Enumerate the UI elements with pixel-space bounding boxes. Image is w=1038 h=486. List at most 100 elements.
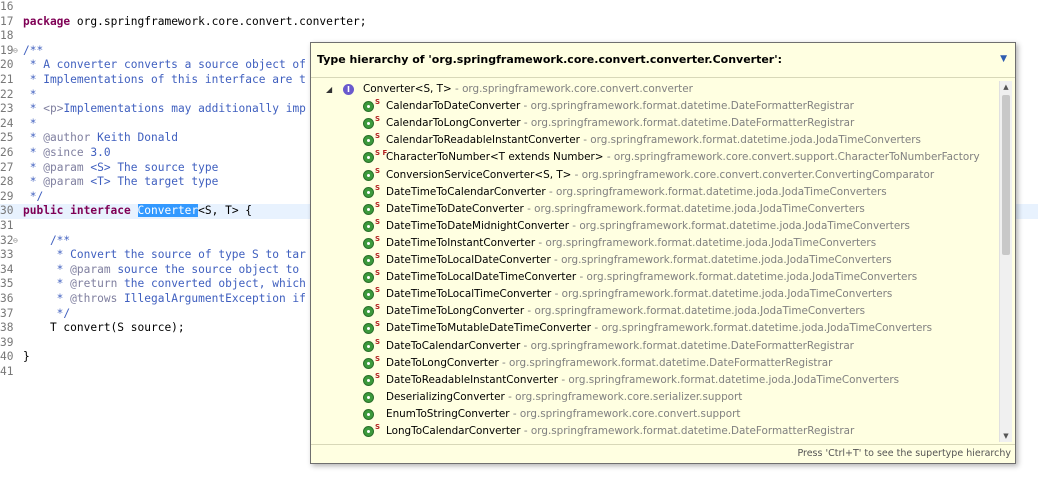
code-text: * A converter converts a source object o… — [23, 58, 306, 73]
type-name: CalendarToReadableInstantConverter — [386, 134, 580, 147]
chevron-down-icon[interactable]: ▼ — [1000, 54, 1007, 64]
static-modifier-badge: S — [375, 252, 381, 260]
tree-item[interactable]: S DateTimeToCalendarConverter - org.sprin… — [311, 184, 999, 201]
type-label: DateTimeToCalendarConverter - org.spring… — [386, 184, 887, 201]
line-number: 37 — [0, 306, 14, 320]
package-name: org.springframework.core.serializer.supp… — [515, 390, 743, 403]
class-icon — [363, 255, 374, 266]
class-icon — [363, 426, 374, 437]
tree-item[interactable]: S ConversionServiceConverter<S, T> - org.… — [311, 167, 999, 184]
type-label: DeserializingConverter - org.springframe… — [386, 389, 742, 406]
selected-identifier: Converter — [137, 204, 199, 218]
package-name: org.springframework.core.convert.support… — [613, 151, 980, 164]
code-token: <p> — [43, 102, 64, 116]
static-modifier-badge: S — [375, 132, 381, 141]
scroll-thumb[interactable] — [1002, 95, 1010, 255]
type-name: DateTimeToMutableDateTimeConverter — [386, 322, 592, 335]
code-token: } — [23, 350, 30, 364]
separator: - — [504, 390, 516, 403]
popup-footer: Press 'Ctrl+T' to see the supertype hier… — [311, 444, 1015, 463]
tree-root-item[interactable]: ◢ I Converter<S, T> - org.springframework.… — [311, 81, 999, 98]
static-modifier-badge: S — [375, 320, 381, 329]
tree-item[interactable]: S DateTimeToLocalDateConverter - org.spri… — [311, 252, 999, 269]
code-line[interactable]: 17 package org.springframework.core.conve… — [0, 15, 1038, 30]
type-label: CharacterToNumber<T extends Number> - or… — [386, 149, 980, 166]
static-modifier-badge: S — [375, 200, 381, 209]
tree-item[interactable]: S DateToReadableInstantConverter - org.sp… — [311, 372, 999, 389]
code-token: <S> The source type — [83, 160, 219, 174]
type-label: Converter<S, T> - org.springframework.co… — [363, 81, 693, 98]
type-hierarchy-popup[interactable]: Type hierarchy of 'org.springframework.c… — [310, 42, 1016, 464]
scroll-down-icon[interactable]: ▼ — [1000, 432, 1012, 440]
package-name: org.springframework.format.datetime.joda… — [586, 271, 918, 284]
type-label: CalendarToLongConverter - org.springfram… — [386, 115, 854, 132]
tree-item[interactable]: S LongToCalendarConverter - org.springfra… — [311, 423, 999, 440]
type-label: DateTimeToMutableDateTimeConverter - org… — [386, 320, 932, 337]
separator: - — [520, 117, 531, 130]
hierarchy-tree[interactable]: ◢ I Converter<S, T> - org.springframework.… — [311, 81, 999, 442]
class-icon — [363, 203, 374, 215]
tree-item[interactable]: EnumToStringConverter - org.springframew… — [311, 406, 999, 423]
separator: - — [498, 356, 510, 369]
vertical-scrollbar[interactable]: ▲ ▼ — [999, 81, 1012, 442]
line-number: 35 — [0, 277, 14, 291]
code-token: * — [23, 102, 44, 116]
tree-item[interactable]: S DateTimeToMutableDateTimeConverter - or… — [311, 320, 999, 337]
footer-hint: Press 'Ctrl+T' to see the supertype hier… — [797, 448, 1011, 459]
tree-item[interactable]: DeserializingConverter - org.springframe… — [311, 389, 999, 406]
fold-toggle-icon[interactable]: ⊖ — [13, 234, 22, 249]
code-token: * — [23, 262, 71, 276]
tree-item[interactable]: S CalendarToDateConverter - org.springfra… — [311, 98, 999, 115]
tree-item[interactable]: S DateTimeToInstantConverter - org.spring… — [311, 235, 999, 252]
type-name: CalendarToDateConverter — [386, 100, 521, 113]
expand-toggle-icon[interactable]: ◢ — [326, 81, 332, 98]
tree-item[interactable]: S DateToCalendarConverter - org.springfra… — [311, 338, 999, 355]
tree-item[interactable]: S DateTimeToDateMidnightConverter - org.s… — [311, 218, 999, 235]
code-token: <S, T> { — [198, 204, 253, 218]
tree-item[interactable]: S DateTimeToLocalTimeConverter - org.spri… — [311, 286, 999, 303]
class-icon — [363, 357, 374, 369]
code-token: /** — [23, 233, 71, 247]
type-name: DateTimeToLocalTimeConverter — [386, 288, 552, 301]
separator: - — [523, 202, 535, 215]
type-name: DateTimeToDateConverter — [386, 202, 524, 215]
code-token: the converted object, which — [117, 277, 306, 291]
code-token: package — [23, 14, 71, 28]
tree-item[interactable]: S CalendarToLongConverter - org.springfra… — [311, 115, 999, 132]
code-text: * — [23, 88, 37, 103]
class-icon — [363, 220, 374, 232]
package-name: org.springframework.format.datetime.joda… — [568, 373, 900, 386]
code-token: * — [23, 116, 37, 130]
line-number: 17 — [0, 14, 14, 28]
code-text: package org.springframework.core.convert… — [23, 15, 367, 30]
class-icon — [363, 408, 374, 420]
tree-item[interactable]: S DateToLongConverter - org.springframewo… — [311, 355, 999, 372]
static-modifier-badge: S — [375, 423, 381, 431]
class-icon — [363, 391, 374, 403]
code-line[interactable]: 16 — [0, 0, 1038, 15]
tree-item[interactable]: S DateTimeToLocalDateTimeConverter - org.… — [311, 269, 999, 286]
code-token: @since — [43, 146, 84, 159]
type-label: DateToReadableInstantConverter - org.spr… — [386, 372, 899, 389]
type-name: DateTimeToLocalDateTimeConverter — [386, 271, 577, 284]
tree-item[interactable]: S DateTimeToLongConverter - org.springfra… — [311, 303, 999, 320]
class-icon — [363, 289, 374, 301]
class-icon — [363, 272, 374, 284]
tree-item[interactable]: S F CharacterToNumber<T extends Number> -… — [311, 149, 999, 166]
type-name: DateTimeToInstantConverter — [386, 236, 536, 249]
package-name: org.springframework.format.datetime.Date… — [509, 356, 833, 369]
line-number: 41 — [0, 365, 14, 378]
type-label: CalendarToReadableInstantConverter - org… — [386, 132, 921, 149]
separator: - — [571, 168, 582, 181]
code-text: /** — [23, 44, 43, 59]
code-token: Keith Donald — [90, 131, 178, 145]
type-label: ConversionServiceConverter<S, T> - org.s… — [386, 167, 934, 184]
line-number: 16 — [0, 0, 14, 13]
tree-item[interactable]: S DateTimeToDateConverter - org.springfra… — [311, 201, 999, 218]
popup-header: Type hierarchy of 'org.springframework.c… — [311, 43, 1015, 78]
type-name: DateTimeToLongConverter — [386, 305, 525, 318]
scroll-up-icon[interactable]: ▲ — [1000, 83, 1012, 91]
package-name: org.springframework.format.datetime.joda… — [534, 305, 866, 318]
fold-toggle-icon[interactable]: ⊖ — [13, 44, 22, 59]
tree-item[interactable]: S CalendarToReadableInstantConverter - or… — [311, 132, 999, 149]
